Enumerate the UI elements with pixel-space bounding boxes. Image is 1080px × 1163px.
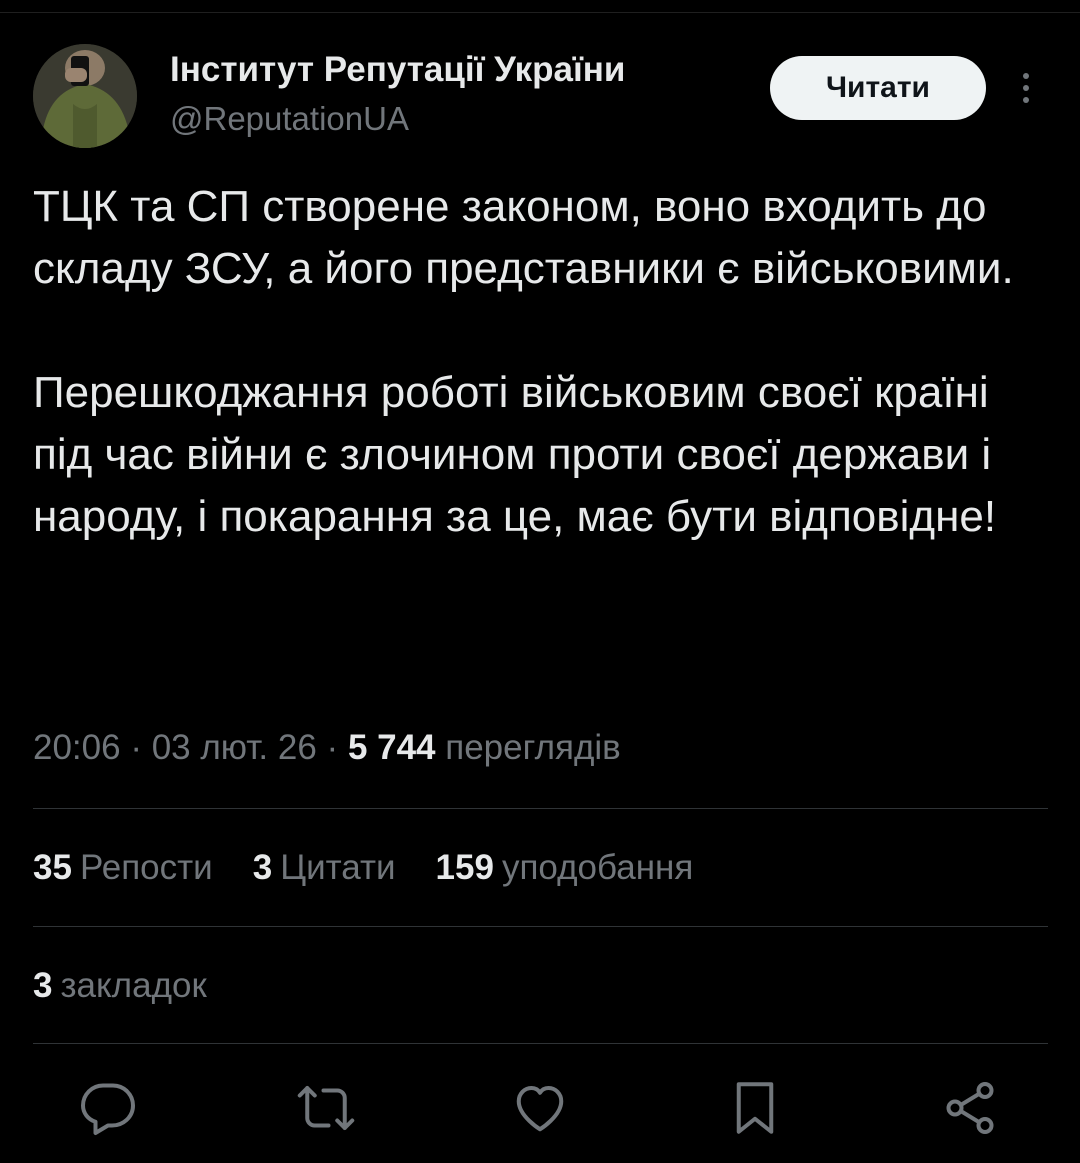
tweet-meta: 20:06 · 03 лют. 26 · 5 744 переглядів (33, 728, 621, 768)
author-name[interactable]: Інститут Репутації України (170, 50, 625, 90)
likes-count: 159 (435, 848, 494, 887)
bookmarks-label: закладок (60, 966, 207, 1005)
likes-stat[interactable]: 159 уподобання (436, 848, 694, 888)
quotes-stat[interactable]: 3 Цитати (253, 848, 396, 888)
reposts-count: 35 (33, 848, 72, 887)
quotes-label: Цитати (280, 848, 396, 887)
avatar[interactable] (33, 44, 137, 148)
tweet-paragraph: ТЦК та СП створене законом, воно входить… (33, 182, 1014, 293)
bookmarks-count: 3 (33, 966, 53, 1005)
bookmarks-stat[interactable]: 3 закладок (33, 966, 207, 1006)
reply-button[interactable] (78, 1078, 138, 1138)
tweet-time[interactable]: 20:06 (33, 728, 121, 767)
avatar-image (33, 44, 137, 148)
likes-label: уподобання (501, 848, 694, 887)
reposts-label: Репости (79, 848, 213, 887)
repost-icon (297, 1086, 355, 1130)
meta-separator: · (326, 728, 339, 767)
divider (33, 926, 1048, 927)
share-button[interactable] (940, 1078, 1000, 1138)
more-options-icon[interactable] (1016, 70, 1036, 106)
bookmark-button[interactable] (725, 1078, 785, 1138)
views-count: 5 744 (347, 728, 436, 767)
top-divider (0, 12, 1080, 13)
bookmark-icon (736, 1082, 774, 1134)
engagement-stats: 35 Репости 3 Цитати 159 уподобання (33, 848, 733, 888)
follow-button[interactable]: Читати (770, 56, 986, 120)
divider (33, 808, 1048, 809)
reply-icon (81, 1083, 135, 1135)
divider (33, 1043, 1048, 1044)
tweet-date[interactable]: 03 лют. 26 (152, 728, 317, 767)
meta-separator: · (130, 728, 142, 767)
author-handle[interactable]: @ReputationUA (170, 100, 409, 138)
like-button[interactable] (510, 1078, 570, 1138)
tweet-text: ТЦК та СП створене законом, воно входить… (33, 176, 1053, 548)
reposts-stat[interactable]: 35 Репости (33, 848, 213, 888)
quotes-count: 3 (252, 848, 273, 887)
tweet-paragraph: Перешкоджання роботі військовим своєї кр… (33, 368, 997, 541)
share-icon (946, 1082, 994, 1134)
like-icon (516, 1086, 564, 1132)
views-label: переглядів (445, 728, 621, 767)
repost-button[interactable] (296, 1078, 356, 1138)
